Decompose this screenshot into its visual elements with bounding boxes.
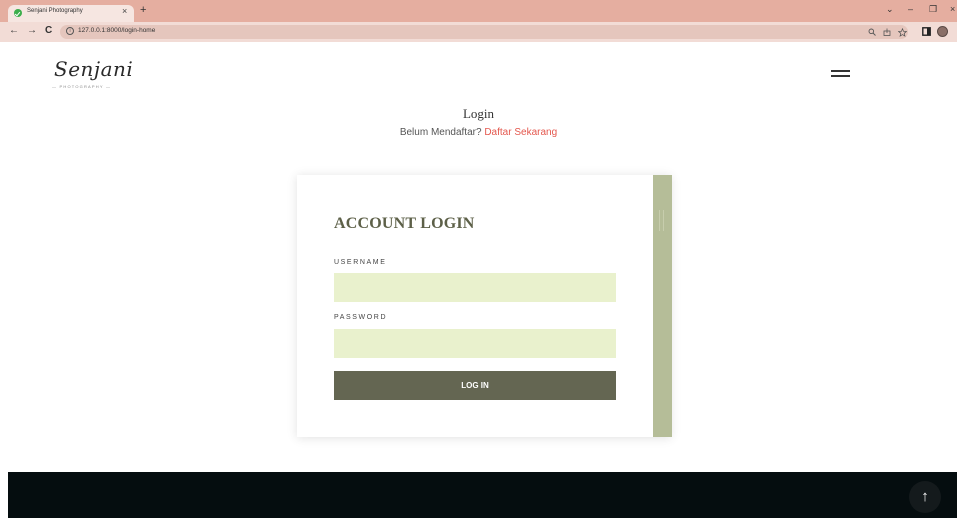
site-logo[interactable]: Senjani xyxy=(54,57,133,81)
address-bar[interactable]: i 127.0.0.1:8000/login-home xyxy=(60,25,908,39)
restore-button[interactable]: ❐ xyxy=(929,4,937,15)
back-icon[interactable]: ← xyxy=(9,25,19,36)
page-title: Login xyxy=(462,106,495,121)
url-text[interactable]: 127.0.0.1:8000/login-home xyxy=(78,27,155,34)
bookmark-star-icon[interactable] xyxy=(898,28,907,37)
register-prompt-text: Belum Mendaftar? xyxy=(399,127,482,138)
register-prompt: Belum Mendaftar? Daftar Sekarang xyxy=(0,127,957,138)
scroll-to-top-button[interactable]: ↑ xyxy=(909,481,941,513)
reload-icon[interactable]: C xyxy=(45,25,52,36)
hamburger-menu-icon[interactable] xyxy=(831,70,850,78)
tab-title: Senjani Photography xyxy=(27,8,83,14)
password-label: PASSWORD xyxy=(334,314,388,321)
strip-handle xyxy=(659,210,664,231)
tab-close-icon[interactable]: × xyxy=(122,6,127,16)
sidepanel-icon[interactable] xyxy=(922,27,931,36)
site-info-icon[interactable]: i xyxy=(66,27,74,35)
browser-tabbar: Senjani Photography × + ⌄ – ❐ × xyxy=(0,0,957,22)
forward-icon[interactable]: → xyxy=(27,25,37,36)
tab-search-icon[interactable]: ⌄ xyxy=(886,4,894,15)
browser-toolbar: ← → C i 127.0.0.1:8000/login-home xyxy=(0,22,957,42)
password-input[interactable] xyxy=(334,329,616,358)
favicon-icon xyxy=(14,9,22,17)
browser-tab[interactable]: Senjani Photography × xyxy=(8,5,134,22)
username-input[interactable] xyxy=(334,273,616,302)
new-tab-button[interactable]: + xyxy=(140,4,146,16)
zoom-icon[interactable] xyxy=(868,28,876,36)
footer xyxy=(8,472,957,518)
share-icon[interactable] xyxy=(883,28,891,36)
site-logo-subtitle: — PHOTOGRAPHY — xyxy=(52,84,112,89)
arrow-up-icon: ↑ xyxy=(921,488,929,505)
close-window-button[interactable]: × xyxy=(950,4,955,14)
username-label: USERNAME xyxy=(334,259,387,266)
login-button[interactable]: LOG IN xyxy=(334,371,616,400)
minimize-button[interactable]: – xyxy=(908,4,913,14)
profile-avatar[interactable] xyxy=(937,26,948,37)
login-card-title: ACCOUNT LOGIN xyxy=(334,215,475,232)
register-link[interactable]: Daftar Sekarang xyxy=(484,127,557,138)
